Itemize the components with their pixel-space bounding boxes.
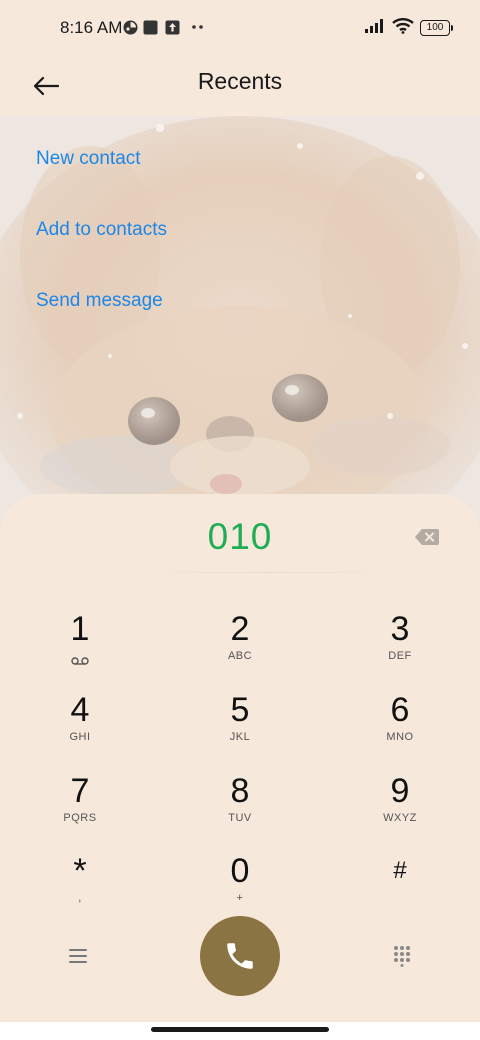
key-digit: 3: [390, 610, 410, 648]
key-4[interactable]: 4 GHI: [10, 691, 150, 765]
key-letters: +: [236, 892, 244, 904]
more-dots-icon: [190, 19, 206, 35]
key-digit: 6: [390, 691, 410, 729]
phone-icon: [227, 943, 253, 969]
key-digit: 7: [70, 772, 90, 810]
puppy-wallpaper-image: [0, 116, 480, 536]
key-star[interactable]: * ,: [10, 852, 150, 926]
key-3[interactable]: 3 DEF: [330, 610, 470, 684]
key-1[interactable]: 1: [10, 610, 150, 684]
key-digit: 1: [70, 610, 90, 648]
signal-icon: [364, 18, 386, 39]
page-title: Recents: [197, 68, 283, 94]
backspace-button[interactable]: [412, 526, 442, 548]
status-time: 8:16 AM: [60, 18, 123, 37]
send-message-link[interactable]: Send message: [36, 290, 163, 312]
key-letters: MNO: [386, 731, 414, 743]
key-9[interactable]: 9 WXYZ: [330, 772, 470, 846]
key-digit: *: [73, 852, 87, 890]
home-indicator[interactable]: [151, 1027, 329, 1032]
backspace-icon: [415, 529, 439, 545]
square-notification-icon: [142, 19, 158, 35]
key-digit: #: [393, 857, 407, 884]
add-to-contacts-link[interactable]: Add to contacts: [36, 219, 167, 241]
key-2[interactable]: 2 ABC: [170, 610, 310, 684]
key-7[interactable]: 7 PQRS: [10, 772, 150, 846]
number-divider: [140, 572, 396, 573]
key-digit: 2: [230, 610, 250, 648]
battery-icon: 100: [420, 20, 453, 36]
key-letters: TUV: [228, 812, 252, 824]
menu-button[interactable]: [60, 941, 96, 971]
key-digit: 0: [230, 852, 250, 890]
key-digit: 8: [230, 772, 250, 810]
key-0[interactable]: 0 +: [170, 852, 310, 926]
call-button[interactable]: [200, 916, 280, 996]
app-header: Recents: [0, 56, 480, 116]
key-5[interactable]: 5 JKL: [170, 691, 310, 765]
key-letters: [330, 892, 470, 906]
wifi-icon: [392, 17, 414, 39]
new-contact-link[interactable]: New contact: [36, 148, 141, 170]
key-letters: ABC: [227, 650, 253, 662]
navigation-bar: [0, 1022, 480, 1040]
key-digit: 9: [390, 772, 410, 810]
voicemail-icon: [71, 652, 89, 670]
key-8[interactable]: 8 TUV: [170, 772, 310, 846]
key-digit: 4: [70, 691, 90, 729]
dialer-screen: 8:16 AM 100 Recents New contact Add to c…: [0, 0, 480, 1040]
dialpad-toggle-button[interactable]: [384, 941, 420, 971]
key-letters: JKL: [229, 731, 251, 743]
app-notification-icon: [122, 19, 138, 35]
wallpaper-background: New contact Add to contacts Send message: [0, 116, 480, 536]
key-letters: ,: [78, 892, 82, 904]
key-digit: 5: [230, 691, 250, 729]
dialpad-icon: [394, 946, 410, 967]
key-letters: PQRS: [63, 812, 97, 824]
dialer-panel: 010 1 2 ABC 3 DEF 4 GHI 5 JKL 6 MNO 7 PQ…: [0, 494, 480, 1022]
key-6[interactable]: 6 MNO: [330, 691, 470, 765]
hamburger-menu-icon: [69, 949, 87, 963]
key-letters: DEF: [388, 650, 412, 662]
key-hash[interactable]: #: [330, 852, 470, 926]
key-letters: GHI: [69, 731, 91, 743]
status-bar: 8:16 AM 100: [0, 0, 480, 56]
dialed-number: 010: [207, 516, 273, 557]
upload-icon: [164, 19, 180, 35]
key-letters: WXYZ: [383, 812, 417, 824]
